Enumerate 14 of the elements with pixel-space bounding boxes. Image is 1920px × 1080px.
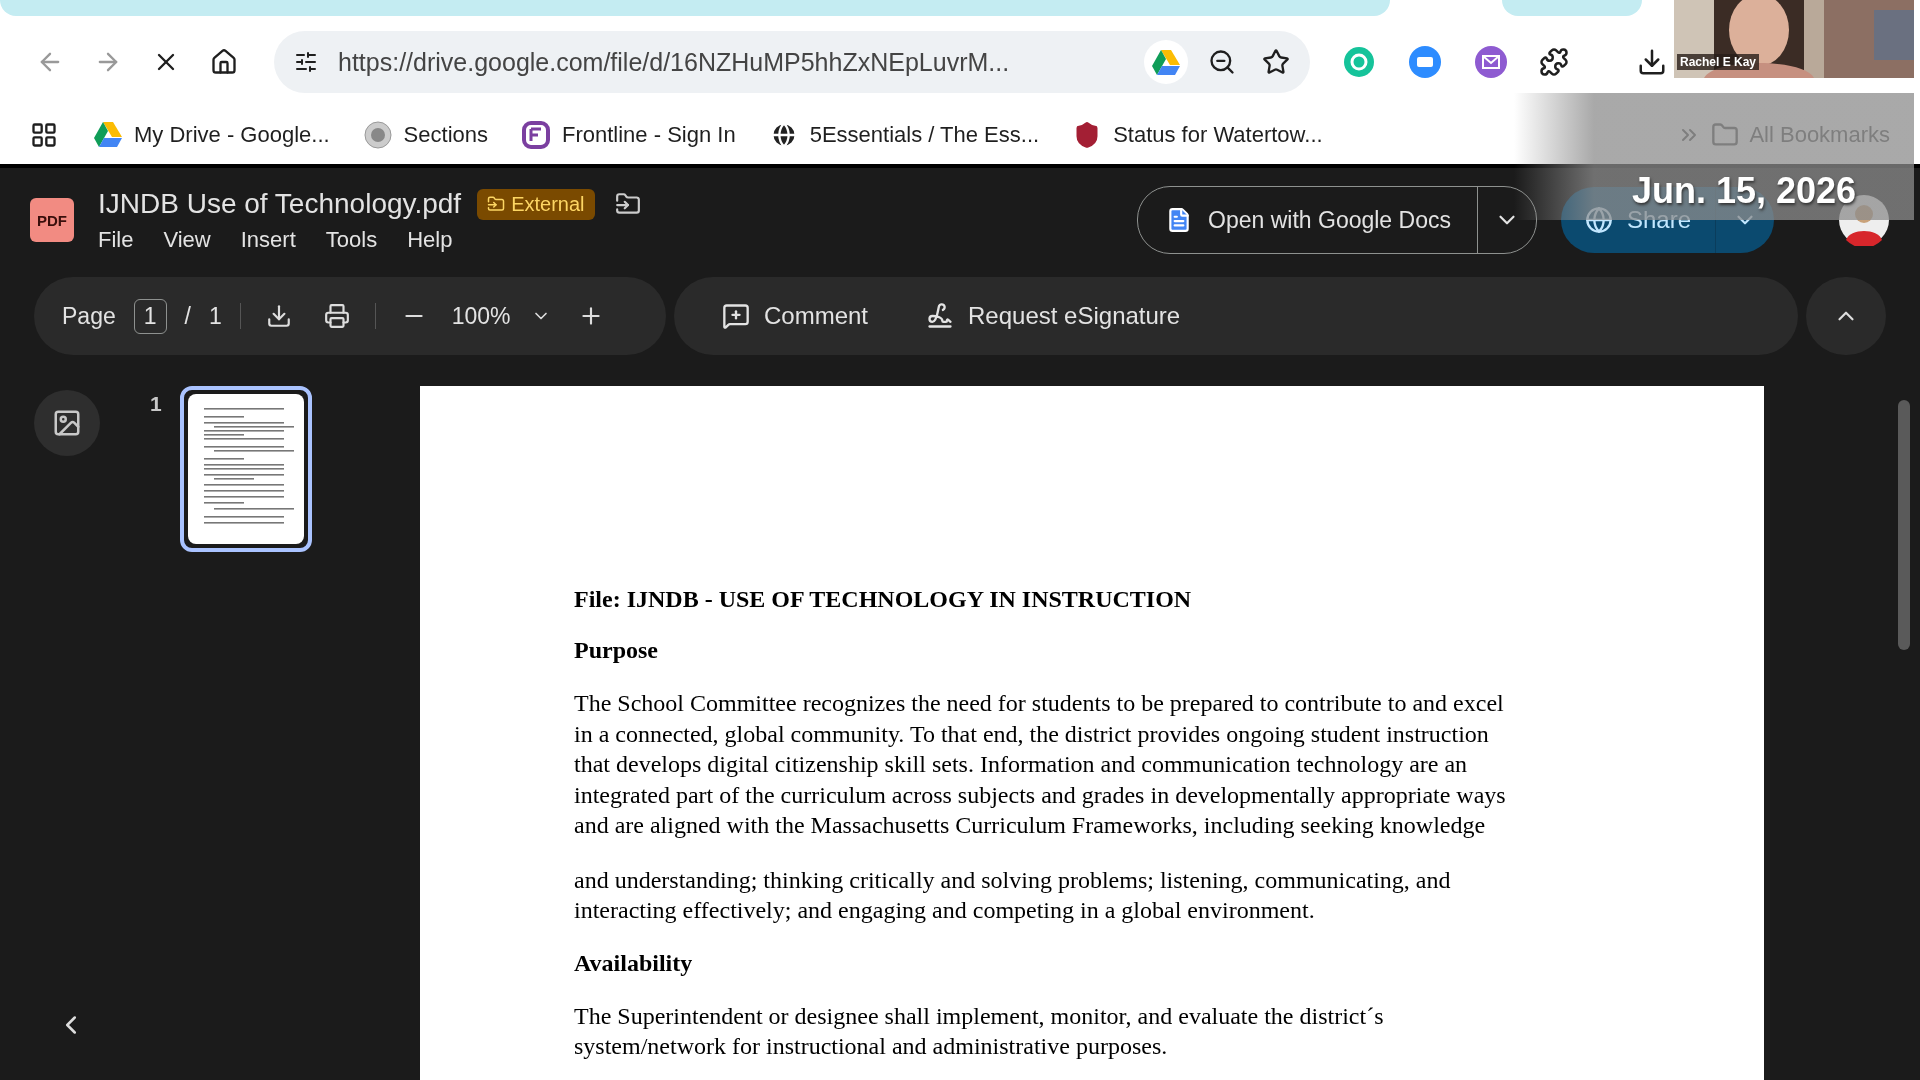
pdf-file-icon: PDF	[30, 198, 74, 242]
thumbnail-number: 1	[150, 392, 162, 417]
page-separator: /	[184, 302, 191, 330]
document-heading: Purpose	[574, 637, 659, 664]
page-count: 1	[208, 302, 222, 330]
document-paragraph: The School Committee recognizes the need for students to be prepared to contribute to and excel in a connected, global community. To that end, the district provides ongoing student instruction that develops digital citizenship skill sets. Information and communication technology are an integrated part of the curriculum across subjects and grades in developmentally appropriate ways and are aligned with the Massachusetts Curriculum Frameworks, including seeking knowledge	[574, 689, 1507, 840]
document-paragraph: and understanding; thinking critically and solving problems; listening, communicating, and interacting effectively; and engaging and competing in a global environment.	[574, 865, 1452, 925]
page-label: Page	[62, 302, 116, 330]
participant-name: Rachel E Kay	[1677, 54, 1760, 70]
external-badge: External	[477, 188, 595, 220]
document-title: IJNDB Use of Technology.pdf	[98, 188, 462, 220]
document-heading: File: IJNDB - USE OF TECHNOLOGY IN INSTRUCTION	[574, 586, 1193, 613]
document-heading: Availability	[574, 949, 694, 977]
document-paragraph: The Superintendent or designee shall implement, monitor, and evaluate the district´s system/network for instructional and administrative purposes.	[574, 1001, 1385, 1061]
